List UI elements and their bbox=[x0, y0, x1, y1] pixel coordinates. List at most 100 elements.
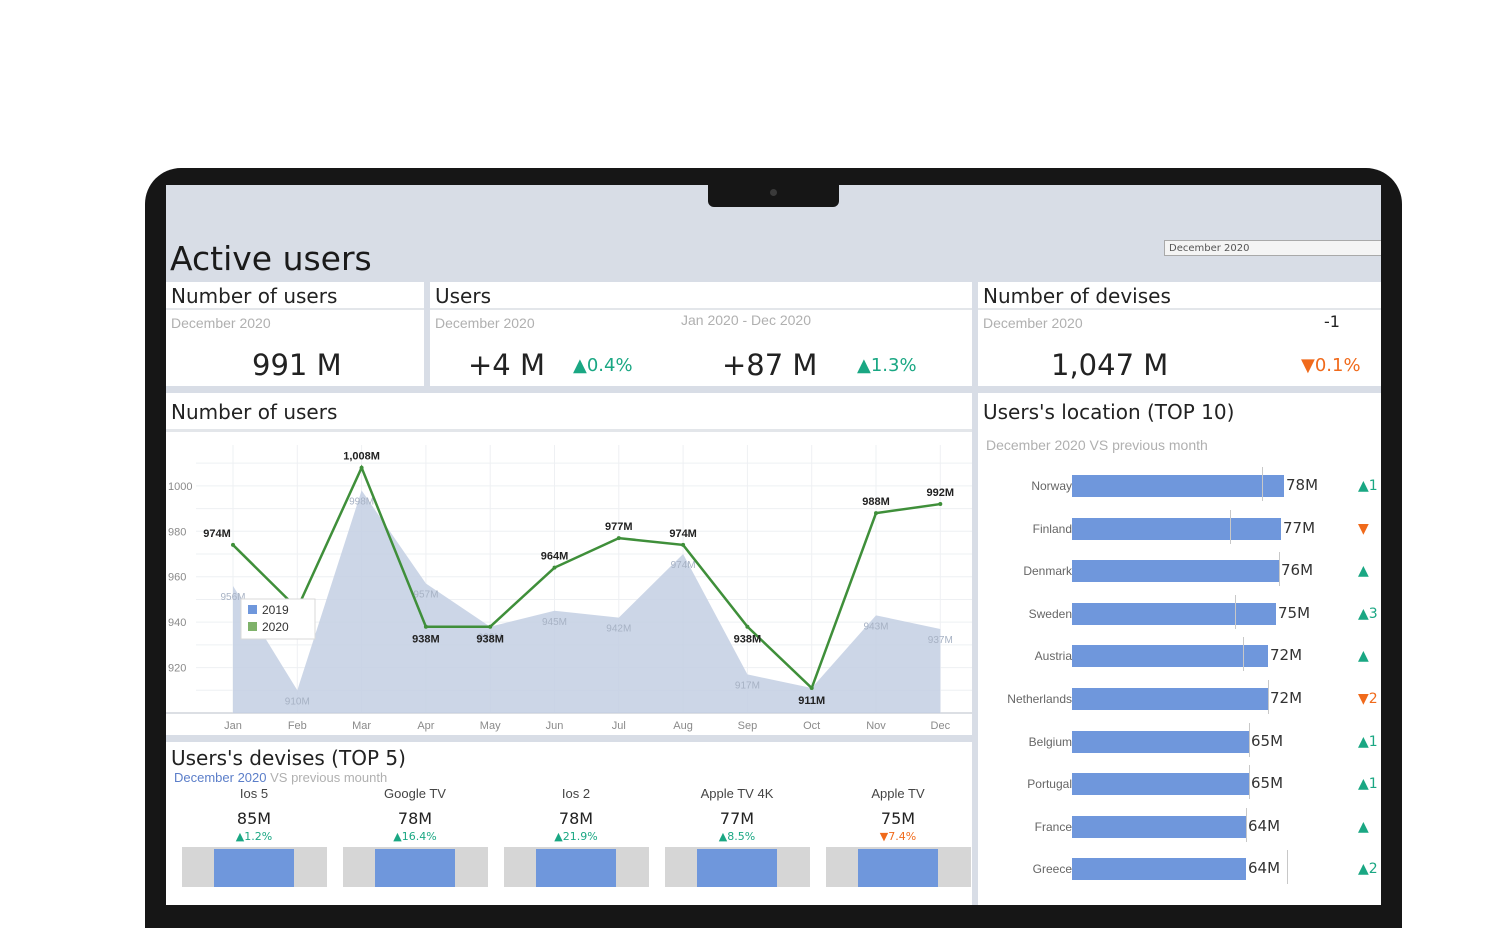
device-delta: ▼7.4% bbox=[879, 830, 917, 843]
x-tick-label: Oct bbox=[803, 720, 820, 732]
point-2020 bbox=[681, 542, 686, 547]
device-bar bbox=[213, 849, 294, 887]
location-row: Denmark 76M ▲ bbox=[978, 552, 1381, 587]
label-2019: 910M bbox=[285, 696, 310, 707]
location-delta: ▲ bbox=[1358, 818, 1369, 835]
device-item: Ios 2 78M ▲21.9% bbox=[496, 786, 656, 887]
location-value: 65M bbox=[1251, 731, 1284, 750]
label-2019: 917M bbox=[735, 680, 760, 691]
x-tick-label: Apr bbox=[417, 720, 434, 732]
card-divider bbox=[166, 429, 972, 432]
location-row: Finland 77M ▼ bbox=[978, 509, 1381, 544]
previous-month-marker bbox=[1246, 807, 1247, 842]
legend-label-2020: 2020 bbox=[262, 620, 289, 634]
x-tick-label: Sep bbox=[738, 720, 758, 732]
location-title: Users's location (TOP 10) bbox=[983, 400, 1235, 424]
x-tick-label: Nov bbox=[866, 720, 886, 732]
point-2020 bbox=[423, 624, 428, 629]
previous-month-marker bbox=[1230, 509, 1231, 544]
location-country: Portugal bbox=[1027, 777, 1072, 792]
kpi-title: Users bbox=[435, 284, 492, 308]
point-2020 bbox=[488, 624, 493, 629]
label-2020: 1,008M bbox=[343, 451, 380, 463]
label-2020: 938M bbox=[476, 634, 504, 646]
devices-title: Users's devises (TOP 5) bbox=[171, 746, 406, 770]
label-2020: 938M bbox=[412, 634, 440, 646]
kpi-monthly-delta: ▲0.4% bbox=[573, 355, 633, 376]
location-bar bbox=[1072, 815, 1246, 838]
location-row: France 64M ▲ bbox=[978, 807, 1381, 842]
kpi-delta: ▼0.1% bbox=[1301, 355, 1361, 376]
label-2020: 974M bbox=[669, 528, 697, 540]
location-delta: ▲3 bbox=[1358, 605, 1378, 622]
devices-top5-card: Users's devises (TOP 5) December 2020 VS… bbox=[166, 742, 972, 905]
label-2020: 911M bbox=[798, 695, 825, 707]
previous-month-marker bbox=[1249, 722, 1250, 757]
x-tick-label: Aug bbox=[673, 720, 693, 732]
location-bar bbox=[1072, 730, 1249, 753]
location-delta: ▲2 bbox=[1358, 861, 1378, 878]
location-top10-card: Users's location (TOP 10) December 2020 … bbox=[978, 393, 1381, 905]
device-delta: ▲1.2% bbox=[235, 830, 273, 843]
devices-subtitle-period: December 2020 bbox=[174, 770, 267, 785]
point-2020 bbox=[809, 686, 814, 691]
location-delta: ▲ bbox=[1358, 563, 1369, 580]
label-2019: 937M bbox=[928, 635, 953, 646]
x-tick-label: Feb bbox=[288, 720, 307, 732]
location-country: Denmark bbox=[1023, 564, 1072, 579]
location-bar bbox=[1072, 858, 1246, 881]
kpi-value: 1,047 M bbox=[1051, 348, 1169, 382]
location-country: Austria bbox=[1034, 649, 1072, 664]
legend-swatch-2019 bbox=[248, 605, 257, 614]
label-2020: 992M bbox=[927, 487, 955, 499]
device-item: Apple TV 4K 77M ▲8.5% bbox=[657, 786, 817, 887]
kpi-title: Number of users bbox=[171, 284, 338, 308]
device-bar-track bbox=[181, 847, 327, 887]
legend-label-2019: 2019 bbox=[262, 603, 289, 617]
card-divider bbox=[978, 308, 1381, 310]
devices-subtitle-compare: VS previous mounth bbox=[270, 770, 388, 785]
location-value: 64M bbox=[1248, 859, 1281, 878]
device-bar-track bbox=[825, 847, 971, 887]
device-bar bbox=[857, 849, 938, 887]
location-country: Netherlands bbox=[1007, 692, 1072, 706]
device-name: Apple TV 4K bbox=[700, 786, 774, 801]
chart-title: Number of users bbox=[171, 400, 338, 424]
location-bar bbox=[1072, 475, 1284, 497]
point-2020 bbox=[231, 542, 235, 547]
camera-icon bbox=[770, 189, 777, 196]
previous-month-marker bbox=[1287, 850, 1288, 885]
label-2019: 998M bbox=[349, 496, 374, 507]
card-divider bbox=[166, 308, 424, 310]
location-delta: ▲1 bbox=[1358, 733, 1378, 750]
y-tick-label: 940 bbox=[168, 617, 186, 629]
kpi-number-of-devices: Number of devises December 2020 -1 1,047… bbox=[978, 282, 1381, 386]
previous-month-marker bbox=[1268, 680, 1269, 714]
location-delta: ▲1 bbox=[1358, 776, 1378, 793]
previous-month-marker bbox=[1279, 552, 1280, 587]
device-name: Ios 2 bbox=[561, 786, 591, 801]
x-tick-label: Dec bbox=[931, 720, 951, 732]
x-tick-label: Jul bbox=[612, 720, 626, 732]
location-value: 78M bbox=[1286, 476, 1319, 494]
kpi-number-of-users: Number of users December 2020 991 M bbox=[166, 282, 424, 386]
device-delta: ▲16.4% bbox=[393, 830, 437, 843]
location-value: 64M bbox=[1248, 816, 1281, 835]
page-title: Active users bbox=[170, 239, 372, 278]
location-delta: ▼2 bbox=[1358, 691, 1378, 707]
y-tick-label: 980 bbox=[168, 526, 186, 538]
location-delta: ▲1 bbox=[1358, 478, 1378, 494]
location-country: Belgium bbox=[1028, 734, 1072, 749]
location-value: 65M bbox=[1251, 774, 1284, 793]
users-line-chart-card: Number of users 1000 980 960 940 920 Jan Feb Ma… bbox=[166, 393, 972, 735]
device-name: Google TV bbox=[384, 786, 446, 801]
period-dropdown[interactable]: December 2020 bbox=[1164, 240, 1381, 256]
previous-month-marker bbox=[1235, 594, 1236, 629]
location-delta: ▼ bbox=[1358, 520, 1369, 537]
y-tick-label: 960 bbox=[168, 572, 186, 584]
label-2019: 943M bbox=[863, 621, 888, 632]
device-value: 78M bbox=[558, 809, 594, 828]
location-row: Austria 72M ▲ bbox=[978, 637, 1381, 672]
location-country: Norway bbox=[1031, 479, 1072, 493]
device-bar-track bbox=[664, 847, 810, 887]
